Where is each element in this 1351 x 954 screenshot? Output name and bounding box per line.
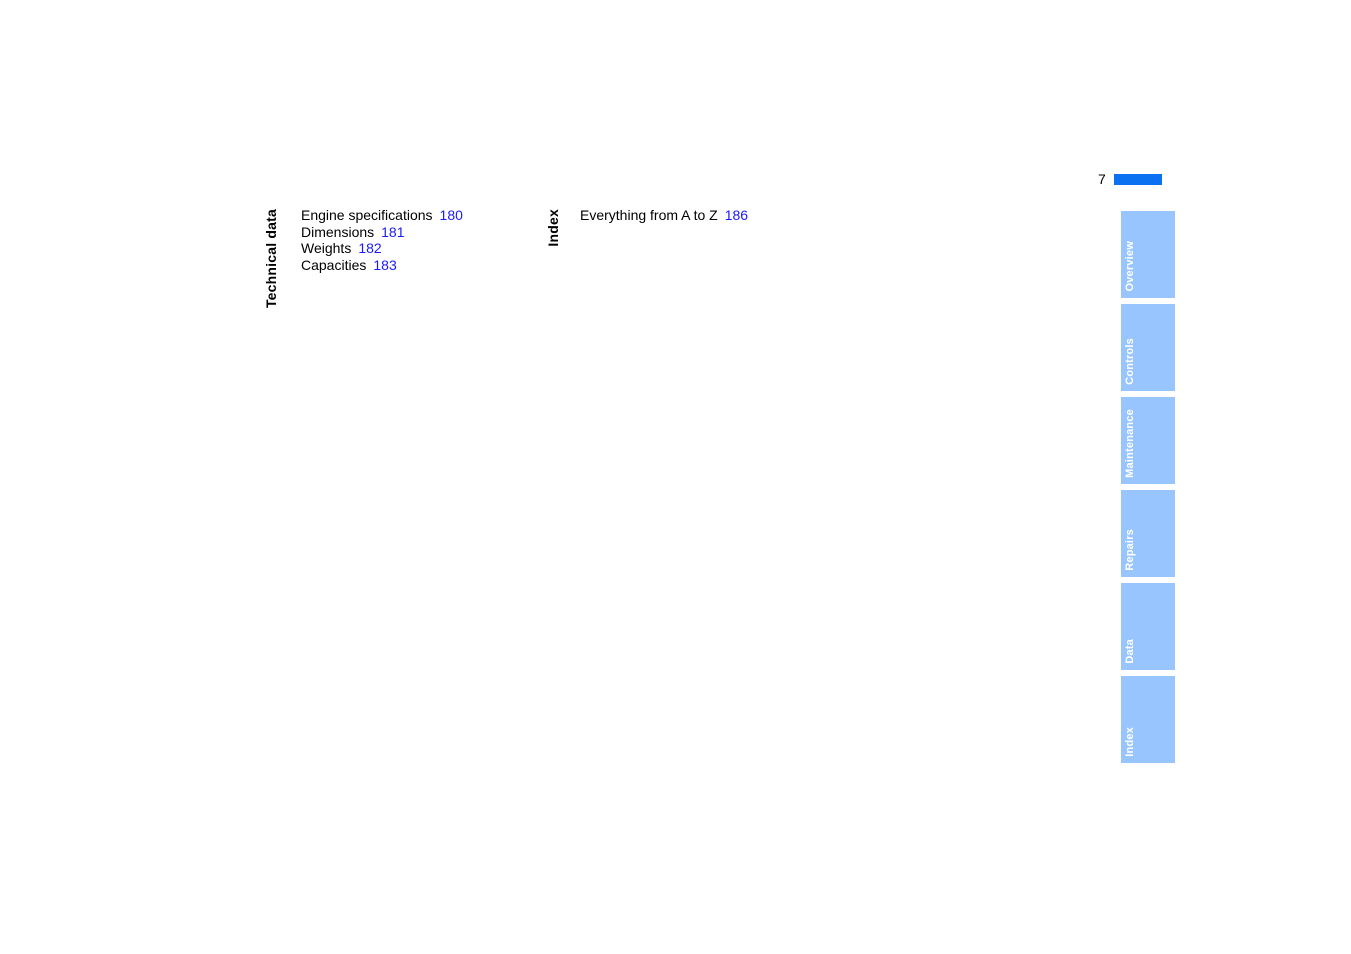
toc-entry-page: 180 [439,207,463,223]
tab-label: Overview [1124,241,1136,292]
toc-entry-title: Dimensions [301,223,375,240]
toc-entry-title: Engine specifications [301,207,433,223]
toc-entry[interactable]: Engine specifications 180 [301,207,463,224]
toc-entry-list-technical-data: Engine specifications 180 Dimensions 181 W… [301,207,463,273]
toc-content: Technical data Engine specifications 180 … [0,0,1100,954]
tab-repairs[interactable]: Repairs [1121,490,1175,577]
toc-entry[interactable]: Everything from A to Z 186 [580,207,748,224]
tab-index[interactable]: Index [1121,676,1175,763]
tab-label: Repairs [1124,529,1136,571]
header-rule [1113,173,1162,185]
toc-entry-page: 181 [381,223,405,240]
tab-controls[interactable]: Controls [1121,304,1175,391]
toc-entry[interactable]: Dimensions 181 [301,224,463,241]
tab-label: Controls [1124,338,1136,385]
tab-maintenance[interactable]: Maintenance [1121,397,1175,484]
toc-entry-title: Everything from A to Z [580,207,718,223]
toc-entry-list-index: Everything from A to Z 186 [580,207,748,224]
section-label-index: Index [545,209,561,247]
toc-entry[interactable]: Capacities 183 [301,257,463,274]
section-label-technical-data: Technical data [263,209,279,309]
toc-entry-page: 183 [373,256,397,273]
page-header: 7 [1098,168,1188,190]
manual-page: 7 Technical data Engine specifications 18… [0,0,1351,954]
toc-entry-page: 186 [724,207,749,223]
tab-label: Maintenance [1124,409,1136,478]
tab-overview[interactable]: Overview [1121,211,1175,298]
toc-column-index: Index Everything from A to Z 186 [545,207,748,247]
toc-entry-title: Capacities [301,256,367,273]
toc-column-technical-data: Technical data Engine specifications 180 … [263,207,463,309]
toc-entry-title: Weights [301,240,352,257]
toc-entry-page: 182 [358,240,382,257]
tab-data[interactable]: Data [1121,583,1175,670]
tab-label: Data [1124,639,1136,664]
toc-entry[interactable]: Weights 182 [301,240,463,257]
tab-label: Index [1124,727,1136,757]
section-tab-strip: Overview Controls Maintenance Repairs Da… [1121,211,1175,765]
